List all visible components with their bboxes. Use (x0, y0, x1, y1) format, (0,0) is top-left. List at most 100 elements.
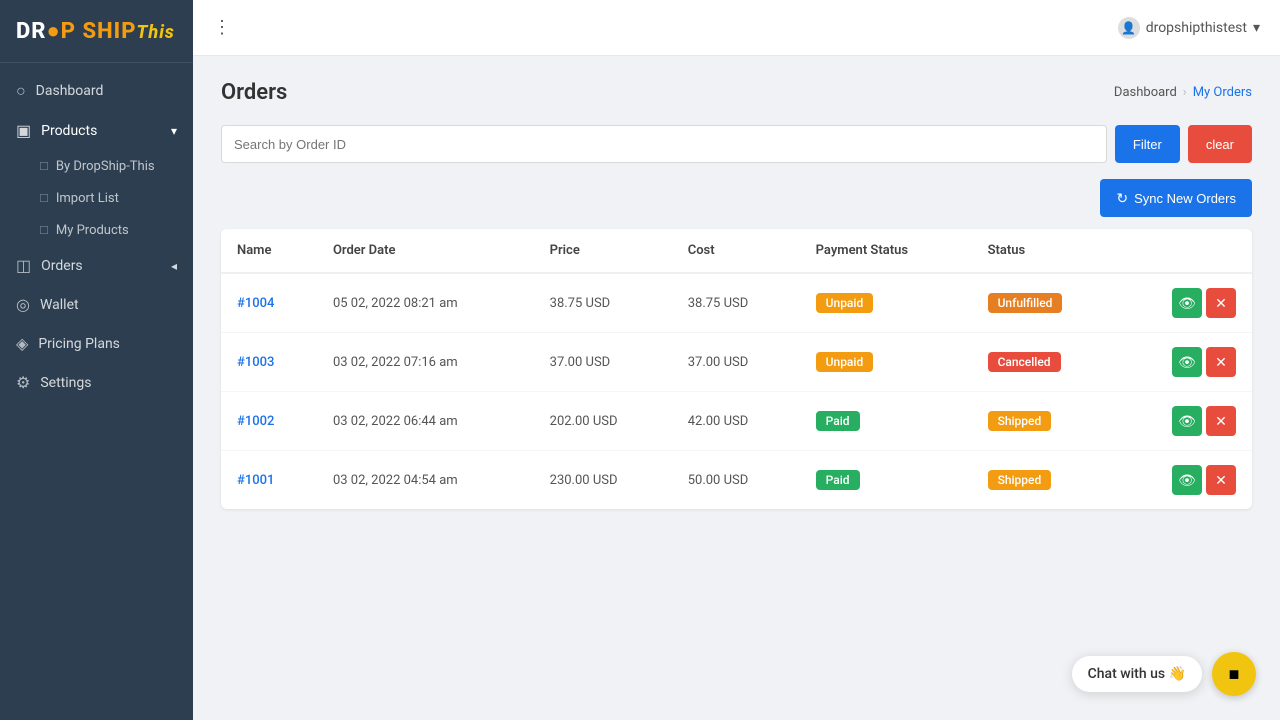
account-dropdown-icon: ▾ (1253, 20, 1260, 36)
order-payment-status: Paid (800, 392, 972, 451)
delete-order-button[interactable]: ✕ (1206, 406, 1236, 436)
table-row: #1003 03 02, 2022 07:16 am 37.00 USD 37.… (221, 333, 1252, 392)
delete-order-button[interactable]: ✕ (1206, 288, 1236, 318)
search-input[interactable] (221, 125, 1107, 163)
order-price: 38.75 USD (534, 273, 672, 333)
sidebar-item-my-products[interactable]: □ My Products (0, 214, 193, 246)
sidebar-item-settings[interactable]: ⚙ Settings (0, 363, 193, 402)
order-actions: 👁 ✕ (1119, 451, 1252, 510)
orders-icon: ◫ (16, 256, 31, 275)
sidebar-item-label: Pricing Plans (38, 336, 120, 352)
order-payment-status: Unpaid (800, 273, 972, 333)
settings-icon: ⚙ (16, 373, 30, 392)
order-cost: 50.00 USD (672, 451, 800, 510)
wallet-icon: ◎ (16, 295, 30, 314)
view-order-button[interactable]: 👁 (1172, 465, 1202, 495)
page-title: Orders (221, 80, 287, 105)
col-status: Status (972, 229, 1120, 273)
file-icon: □ (40, 158, 48, 174)
account-avatar: 👤 (1118, 17, 1140, 39)
page-body: Orders Dashboard › My Orders Filter clea… (193, 56, 1280, 720)
order-date: 03 02, 2022 04:54 am (317, 451, 534, 510)
col-payment-status: Payment Status (800, 229, 972, 273)
delete-order-button[interactable]: ✕ (1206, 465, 1236, 495)
col-name: Name (221, 229, 317, 273)
order-id[interactable]: #1001 (221, 451, 317, 510)
chevron-icon: ◂ (171, 259, 177, 273)
sidebar-item-wallet[interactable]: ◎ Wallet (0, 285, 193, 324)
pricing-icon: ◈ (16, 334, 28, 353)
order-date: 03 02, 2022 07:16 am (317, 333, 534, 392)
sync-row: ↻ Sync New Orders (221, 179, 1252, 217)
breadcrumb-current: My Orders (1193, 85, 1252, 100)
order-cost: 42.00 USD (672, 392, 800, 451)
sidebar-subitem-label: My Products (56, 223, 129, 238)
table-row: #1004 05 02, 2022 08:21 am 38.75 USD 38.… (221, 273, 1252, 333)
chat-button[interactable]: ■ (1212, 652, 1256, 696)
order-status: Shipped (972, 451, 1120, 510)
sidebar-item-pricing-plans[interactable]: ◈ Pricing Plans (0, 324, 193, 363)
sidebar: DR●P SHIPThis ○ Dashboard ▣ Products ▾ □… (0, 0, 193, 720)
col-actions (1119, 229, 1252, 273)
sidebar-item-dashboard[interactable]: ○ Dashboard (0, 71, 193, 111)
menu-dots-button[interactable]: ⋮ (213, 17, 232, 38)
sync-icon: ↻ (1116, 190, 1128, 207)
chat-widget: Chat with us 👋 ■ (1072, 652, 1256, 696)
file-icon: □ (40, 222, 48, 238)
table-row: #1001 03 02, 2022 04:54 am 230.00 USD 50… (221, 451, 1252, 510)
logo: DR●P SHIPThis (0, 0, 193, 63)
sidebar-item-label: Dashboard (36, 83, 104, 99)
clear-button[interactable]: clear (1188, 125, 1252, 163)
sidebar-item-by-dropship[interactable]: □ By DropShip-This (0, 150, 193, 182)
order-cost: 37.00 USD (672, 333, 800, 392)
account-name: dropshipthistest (1146, 20, 1247, 36)
order-price: 230.00 USD (534, 451, 672, 510)
page-header: Orders Dashboard › My Orders (221, 80, 1252, 105)
order-status: Shipped (972, 392, 1120, 451)
sidebar-item-import-list[interactable]: □ Import List (0, 182, 193, 214)
sidebar-item-label: Orders (41, 258, 83, 274)
account-menu[interactable]: 👤 dropshipthistest ▾ (1118, 17, 1260, 39)
order-payment-status: Paid (800, 451, 972, 510)
sidebar-subitem-label: By DropShip-This (56, 159, 155, 174)
order-status: Unfulfilled (972, 273, 1120, 333)
dashboard-icon: ○ (16, 81, 26, 101)
table-row: #1002 03 02, 2022 06:44 am 202.00 USD 42… (221, 392, 1252, 451)
topbar-left: ⋮ (213, 17, 232, 38)
sync-orders-button[interactable]: ↻ Sync New Orders (1100, 179, 1252, 217)
view-order-button[interactable]: 👁 (1172, 347, 1202, 377)
order-date: 03 02, 2022 06:44 am (317, 392, 534, 451)
order-price: 37.00 USD (534, 333, 672, 392)
order-price: 202.00 USD (534, 392, 672, 451)
col-cost: Cost (672, 229, 800, 273)
view-order-button[interactable]: 👁 (1172, 288, 1202, 318)
chat-icon: ■ (1229, 664, 1240, 685)
chevron-down-icon: ▾ (171, 124, 177, 138)
orders-table: Name Order Date Price Cost Payment Statu… (221, 229, 1252, 509)
order-id[interactable]: #1004 (221, 273, 317, 333)
sidebar-item-label: Products (41, 123, 97, 139)
chat-bubble: Chat with us 👋 (1072, 656, 1202, 692)
order-payment-status: Unpaid (800, 333, 972, 392)
order-date: 05 02, 2022 08:21 am (317, 273, 534, 333)
sidebar-item-orders[interactable]: ◫ Orders ◂ (0, 246, 193, 285)
view-order-button[interactable]: 👁 (1172, 406, 1202, 436)
order-actions: 👁 ✕ (1119, 392, 1252, 451)
sidebar-item-label: Settings (40, 375, 91, 391)
logo-this: This (136, 22, 174, 43)
logo-ship: ●P SHIP (47, 19, 137, 44)
delete-order-button[interactable]: ✕ (1206, 347, 1236, 377)
breadcrumb-parent[interactable]: Dashboard (1114, 85, 1177, 100)
sidebar-item-products[interactable]: ▣ Products ▾ (0, 111, 193, 150)
order-id[interactable]: #1003 (221, 333, 317, 392)
filter-button[interactable]: Filter (1115, 125, 1180, 163)
table-header-row: Name Order Date Price Cost Payment Statu… (221, 229, 1252, 273)
file-icon: □ (40, 190, 48, 206)
order-status: Cancelled (972, 333, 1120, 392)
sidebar-item-label: Wallet (40, 297, 79, 313)
order-actions: 👁 ✕ (1119, 273, 1252, 333)
topbar: ⋮ 👤 dropshipthistest ▾ (193, 0, 1280, 56)
order-id[interactable]: #1002 (221, 392, 317, 451)
breadcrumb: Dashboard › My Orders (1114, 85, 1252, 100)
main-content: ⋮ 👤 dropshipthistest ▾ Orders Dashboard … (193, 0, 1280, 720)
